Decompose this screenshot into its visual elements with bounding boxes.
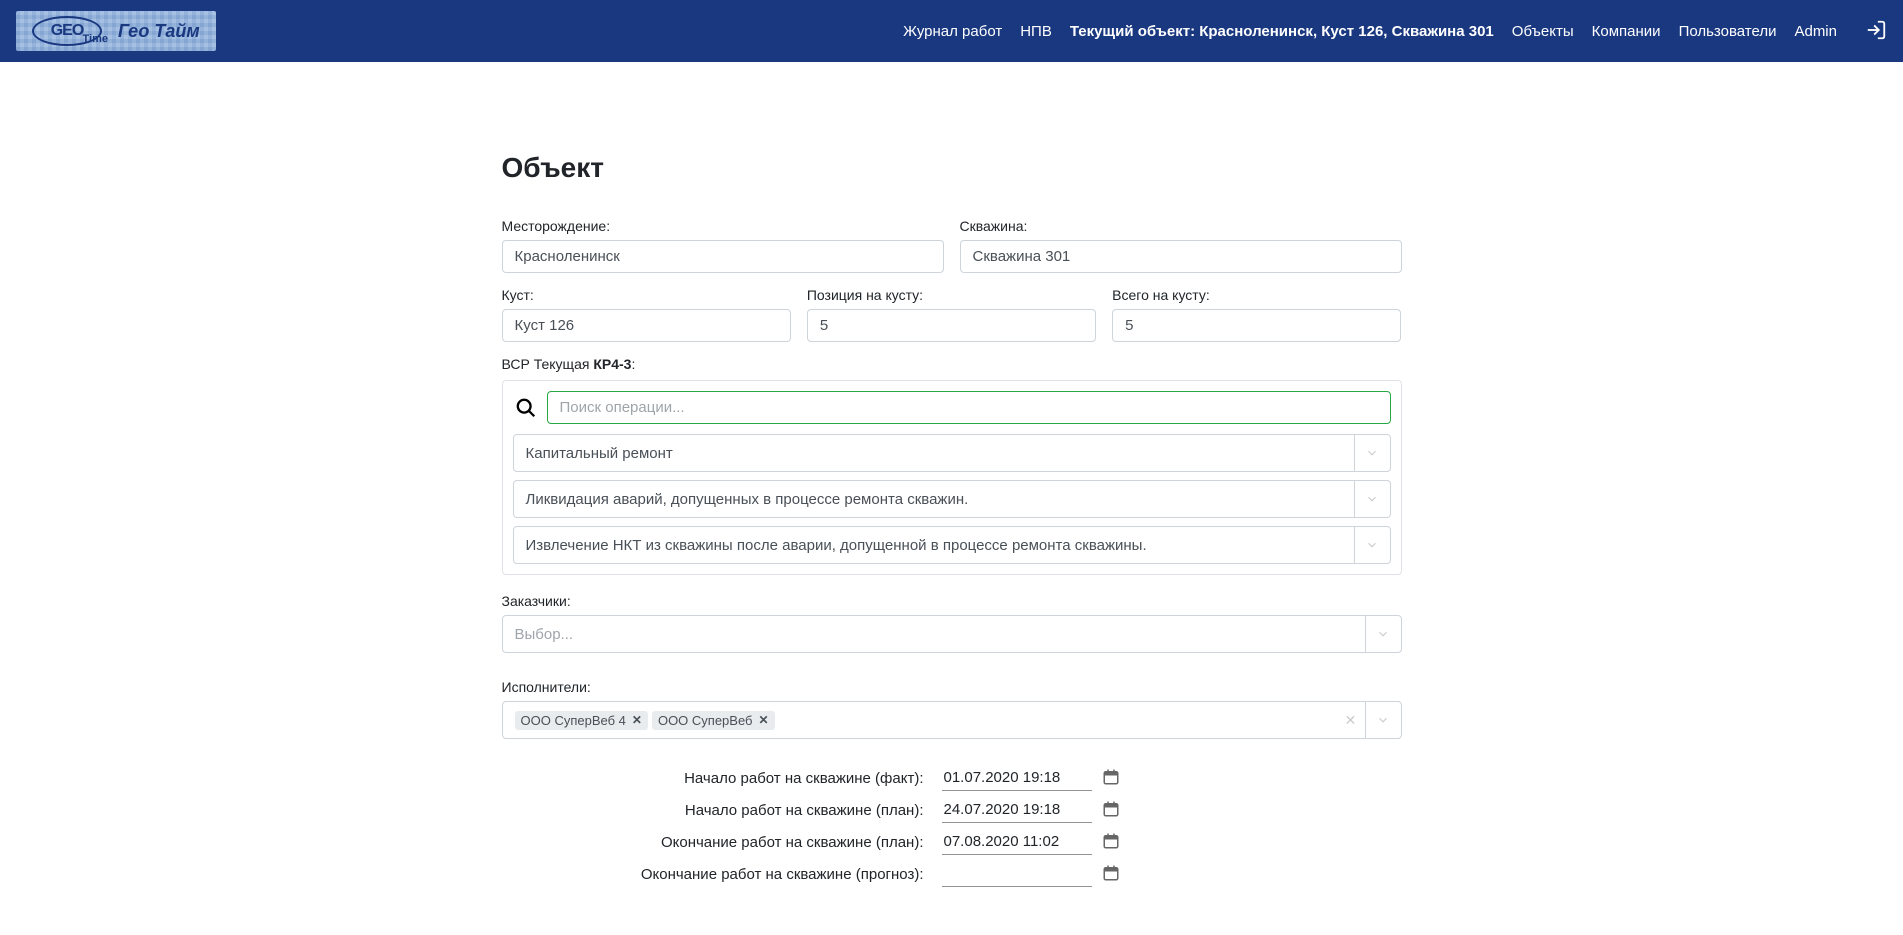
logo-text-ru: Гео Тайм	[118, 21, 200, 42]
start-fact-input[interactable]	[942, 765, 1092, 791]
logo-text-geo: GEO	[51, 22, 84, 40]
end-plan-input[interactable]	[942, 829, 1092, 855]
chevron-down-icon[interactable]	[1365, 702, 1401, 738]
executors-label: Исполнители:	[502, 679, 591, 695]
main-content: Объект Месторождение: Скважина: Куст: По…	[502, 62, 1402, 933]
search-icon	[513, 397, 539, 419]
tag-remove-icon[interactable]: ✕	[759, 713, 769, 727]
bsr-select-3[interactable]: Извлечение НКТ из скважины после аварии,…	[513, 526, 1391, 564]
chevron-down-icon[interactable]	[1354, 527, 1390, 563]
customers-label: Заказчики:	[502, 593, 571, 609]
tag-remove-icon[interactable]: ✕	[632, 713, 642, 727]
executors-tags: ООО СуперВеб 4 ✕ ООО СуперВеб ✕	[503, 702, 1337, 738]
bsr-box: Капитальный ремонт Ликвидация аварий, до…	[502, 380, 1402, 575]
nav-users[interactable]: Пользователи	[1679, 23, 1777, 40]
bsr-select-1[interactable]: Капитальный ремонт	[513, 434, 1391, 472]
bsr-select-1-value: Капитальный ремонт	[514, 435, 1354, 471]
well-label: Скважина:	[960, 218, 1402, 234]
start-fact-label: Начало работ на скважине (факт):	[502, 770, 942, 787]
end-plan-label: Окончание работ на скважине (план):	[502, 834, 942, 851]
chevron-down-icon[interactable]	[1365, 616, 1401, 652]
nav-journal[interactable]: Журнал работ	[903, 23, 1002, 40]
bsr-select-3-value: Извлечение НКТ из скважины после аварии,…	[514, 527, 1354, 563]
top-navbar: GEO Time Гео Тайм Журнал работ НПВ Текущ…	[0, 0, 1903, 62]
calendar-icon[interactable]	[1102, 800, 1120, 821]
nav-current-object[interactable]: Текущий объект: Красноленинск, Куст 126,…	[1070, 23, 1494, 40]
logo-text-time: Time	[83, 33, 108, 45]
start-plan-input[interactable]	[942, 797, 1092, 823]
logo[interactable]: GEO Time Гео Тайм	[16, 11, 216, 51]
executors-select[interactable]: ООО СуперВеб 4 ✕ ООО СуперВеб ✕ ✕	[502, 701, 1402, 739]
calendar-icon[interactable]	[1102, 768, 1120, 789]
field-label: Месторождение:	[502, 218, 944, 234]
bush-input[interactable]	[502, 309, 791, 342]
chevron-down-icon[interactable]	[1354, 435, 1390, 471]
operation-search-input[interactable]	[547, 391, 1391, 424]
position-label: Позиция на кусту:	[807, 287, 1096, 303]
bsr-select-2[interactable]: Ликвидация аварий, допущенных в процессе…	[513, 480, 1391, 518]
chevron-down-icon[interactable]	[1354, 481, 1390, 517]
nav-npv[interactable]: НПВ	[1020, 23, 1052, 40]
page-title: Объект	[502, 152, 1402, 184]
bsr-select-2-value: Ликвидация аварий, допущенных в процессе…	[514, 481, 1354, 517]
bsr-label: ВСР Текущая КР4-3:	[502, 356, 1402, 372]
field-input[interactable]	[502, 240, 944, 273]
customers-placeholder: Выбор...	[503, 616, 1365, 652]
total-input[interactable]	[1112, 309, 1401, 342]
nav-companies[interactable]: Компании	[1592, 23, 1661, 40]
calendar-icon[interactable]	[1102, 864, 1120, 885]
end-forecast-label: Окончание работ на скважине (прогноз):	[502, 866, 942, 883]
clear-all-icon[interactable]: ✕	[1337, 702, 1365, 738]
logout-icon[interactable]	[1865, 19, 1887, 44]
nav-admin[interactable]: Admin	[1794, 23, 1837, 40]
well-input[interactable]	[960, 240, 1402, 273]
calendar-icon[interactable]	[1102, 832, 1120, 853]
total-label: Всего на кусту:	[1112, 287, 1401, 303]
customers-select[interactable]: Выбор...	[502, 615, 1402, 653]
end-forecast-input[interactable]	[942, 861, 1092, 887]
bush-label: Куст:	[502, 287, 791, 303]
executor-tag-2: ООО СуперВеб ✕	[652, 711, 775, 730]
position-input[interactable]	[807, 309, 1096, 342]
nav-objects[interactable]: Объекты	[1512, 23, 1574, 40]
nav-links: Журнал работ НПВ Текущий объект: Краснол…	[903, 19, 1887, 44]
executor-tag-1: ООО СуперВеб 4 ✕	[515, 711, 648, 730]
start-plan-label: Начало работ на скважине (план):	[502, 802, 942, 819]
